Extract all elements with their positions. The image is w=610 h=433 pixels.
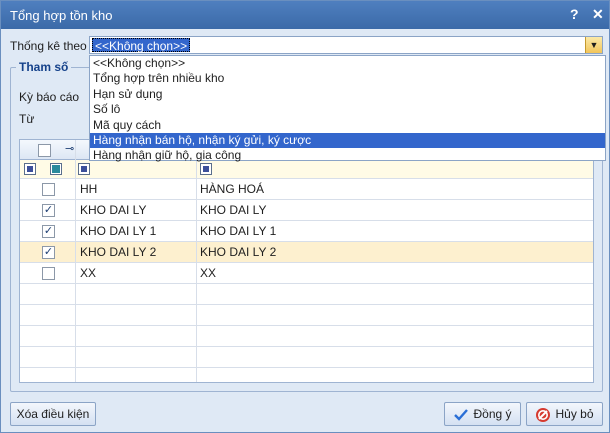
table-row[interactable]: HH HÀNG HOÁ: [20, 179, 593, 200]
cancel-button[interactable]: Hủy bỏ: [526, 402, 603, 426]
title-bar: Tổng hợp tồn kho ? ✕: [1, 1, 609, 29]
group-by-label: Thống kê theo: [10, 39, 87, 53]
cell-name: HÀNG HOÁ: [200, 182, 265, 196]
window-title: Tổng hợp tồn kho: [10, 8, 113, 23]
row-checkbox[interactable]: [42, 183, 55, 196]
ok-button[interactable]: Đồng ý: [444, 402, 521, 426]
dropdown-option-highlighted[interactable]: Hàng nhận bán hộ, nhận ký gửi, ký cược: [90, 132, 605, 149]
clear-conditions-label: Xóa điều kiện: [16, 407, 90, 421]
dropdown-option[interactable]: <<Không chọn>>: [90, 56, 605, 71]
group-by-combo[interactable]: <<Không chọn>> ▼: [89, 36, 603, 54]
cell-code: XX: [80, 266, 97, 280]
help-icon[interactable]: ?: [570, 6, 579, 22]
cell-code: KHO DAI LY 1: [80, 224, 157, 238]
filter-code-icon[interactable]: [78, 163, 90, 175]
row-checkbox-checked[interactable]: ✓: [42, 204, 55, 217]
params-group-title: Tham số: [16, 60, 72, 74]
filter-name-icon[interactable]: [200, 163, 212, 175]
cancel-icon: [536, 407, 551, 422]
column-divider: [75, 140, 76, 382]
row-checkbox[interactable]: [42, 267, 55, 280]
select-all-checkbox[interactable]: [38, 144, 51, 157]
table-row-empty: [20, 326, 593, 347]
cell-code: KHO DAI LY: [80, 203, 147, 217]
checkmark-icon: [454, 409, 469, 421]
table-row[interactable]: XX XX: [20, 263, 593, 284]
period-label: Kỳ báo cáo: [19, 90, 80, 104]
dropdown-option[interactable]: Hàng nhận giữ hộ, gia công: [90, 148, 605, 163]
cell-name: KHO DAI LY: [200, 203, 267, 217]
cell-code: HH: [80, 182, 98, 196]
clear-conditions-button[interactable]: Xóa điều kiện: [10, 402, 96, 426]
dialog-window: Tổng hợp tồn kho ? ✕ Thống kê theo <<Khô…: [0, 0, 610, 433]
cell-name: XX: [200, 266, 217, 280]
cell-name: KHO DAI LY 1: [200, 224, 277, 238]
pin-icon[interactable]: ⊸: [65, 142, 74, 155]
table-row-empty: [20, 284, 593, 305]
warehouse-grid: ⊸ HH HÀNG HOÁ ✓ KHO DAI LY KHO DAI LY ✓ …: [19, 139, 594, 383]
filter-checkbox-icon[interactable]: [50, 163, 62, 175]
column-divider: [196, 140, 197, 382]
ok-label: Đồng ý: [473, 407, 512, 421]
dropdown-option[interactable]: Mã quy cách: [90, 118, 605, 133]
table-row-highlighted[interactable]: ✓ KHO DAI LY 2 KHO DAI LY 2: [20, 242, 593, 263]
table-row[interactable]: ✓ KHO DAI LY 1 KHO DAI LY 1: [20, 221, 593, 242]
dropdown-option[interactable]: Hạn sử dụng: [90, 87, 605, 102]
cell-name: KHO DAI LY 2: [200, 245, 277, 259]
cancel-label: Hủy bỏ: [555, 407, 594, 421]
group-by-value: <<Không chọn>>: [92, 38, 191, 53]
row-checkbox-checked[interactable]: ✓: [42, 225, 55, 238]
dropdown-option[interactable]: Số lô: [90, 102, 605, 117]
chevron-down-icon[interactable]: ▼: [585, 37, 602, 53]
filter-row-icon: [24, 163, 36, 175]
dropdown-option[interactable]: Tổng hợp trên nhiều kho: [90, 71, 605, 86]
table-row[interactable]: ✓ KHO DAI LY KHO DAI LY: [20, 200, 593, 221]
cell-code: KHO DAI LY 2: [80, 245, 157, 259]
from-label: Từ: [19, 112, 35, 126]
group-by-dropdown-list: <<Không chọn>> Tổng hợp trên nhiều kho H…: [89, 55, 606, 163]
close-icon[interactable]: ✕: [592, 6, 604, 23]
row-checkbox-checked[interactable]: ✓: [42, 246, 55, 259]
table-row-empty: [20, 305, 593, 326]
table-row-empty: [20, 347, 593, 368]
